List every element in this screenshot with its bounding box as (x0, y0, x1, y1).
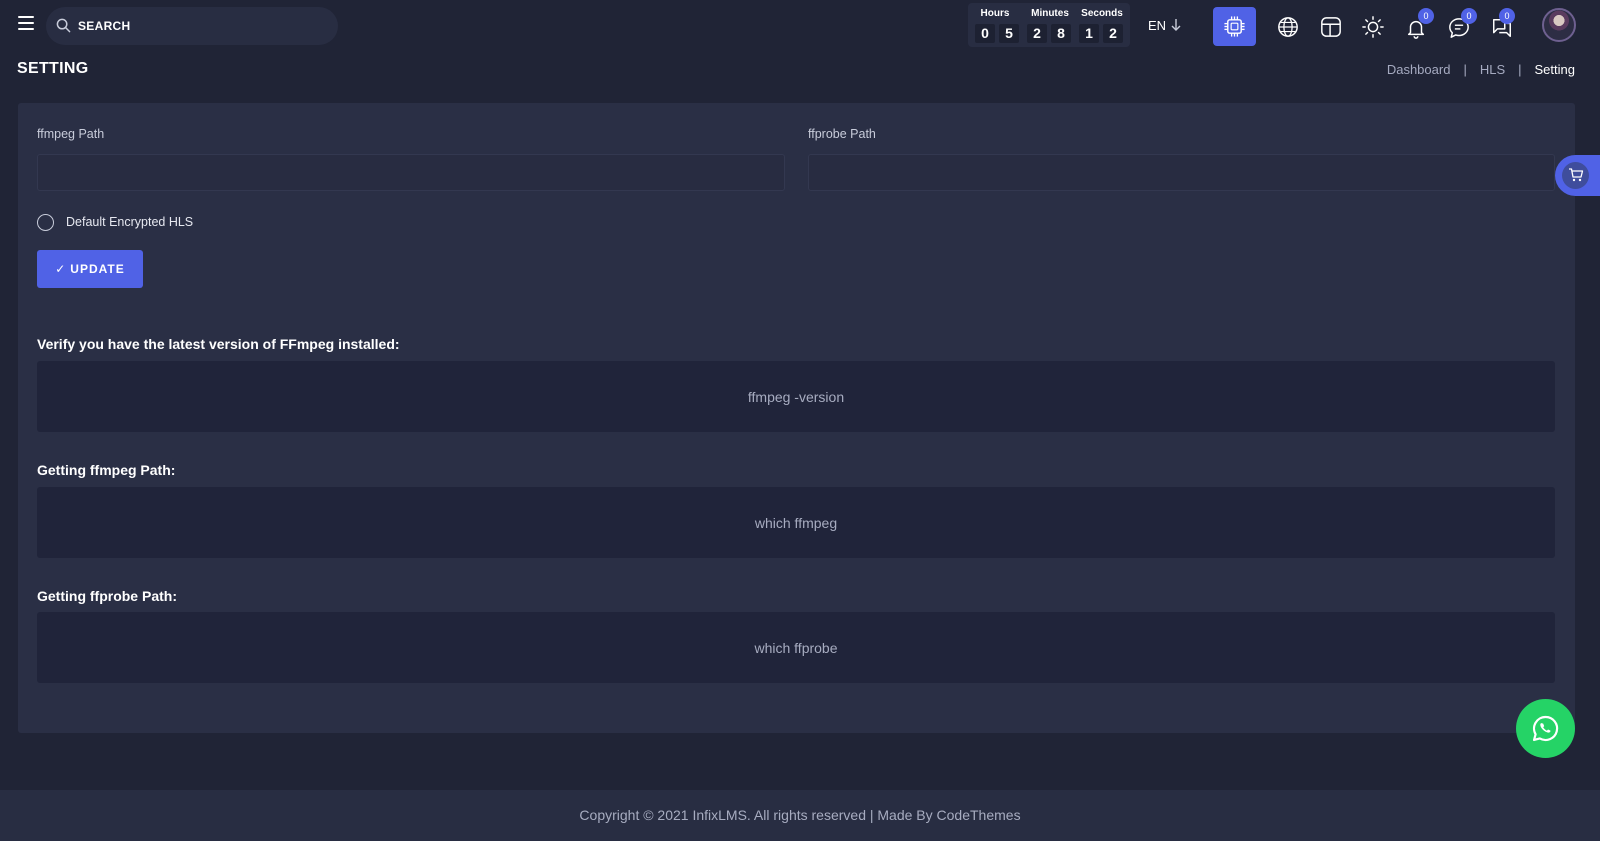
arrow-down-icon[interactable] (1170, 18, 1182, 32)
seconds-digit: 1 (1079, 24, 1099, 43)
breadcrumb: Dashboard | HLS | Setting (1386, 62, 1575, 77)
encrypted-hls-radio[interactable] (37, 214, 54, 231)
ffmpeg-path-input[interactable] (37, 154, 785, 191)
update-button-label: UPDATE (70, 262, 125, 276)
seconds-label: Seconds (1081, 8, 1123, 19)
hours-digit: 0 (975, 24, 995, 43)
command-text: which ffmpeg (754, 514, 838, 531)
breadcrumb-link-dashboard[interactable]: Dashboard (1387, 62, 1451, 77)
page-title: SETTING (17, 60, 89, 77)
search-box[interactable] (46, 7, 338, 45)
command-box-ffprobe: which ffprobe (37, 612, 1555, 683)
ffprobe-path-label: ffprobe Path (808, 127, 876, 141)
section-title-ffprobe-path: Getting ffprobe Path: (37, 588, 177, 604)
avatar[interactable] (1542, 8, 1576, 42)
seconds-digit: 2 (1103, 24, 1123, 43)
whatsapp-button[interactable] (1516, 699, 1575, 758)
ai-chip-button[interactable] (1213, 7, 1256, 46)
command-box-version: ffmpeg -version (37, 361, 1555, 432)
notification-badge: 0 (1418, 8, 1434, 24)
whatsapp-icon (1532, 715, 1559, 742)
command-text: ffmpeg -version (747, 388, 845, 405)
sun-icon[interactable] (1362, 16, 1384, 38)
encrypted-hls-label[interactable]: Default Encrypted HLS (66, 215, 193, 229)
check-icon: ✓ (55, 262, 67, 276)
ffmpeg-path-label: ffmpeg Path (37, 127, 105, 141)
cart-tab[interactable] (1555, 155, 1600, 196)
update-button[interactable]: ✓ UPDATE (37, 250, 143, 288)
layout-icon[interactable] (1320, 16, 1342, 38)
globe-icon[interactable] (1277, 16, 1299, 38)
hours-digit: 5 (999, 24, 1019, 43)
search-input[interactable] (78, 7, 328, 45)
chat-badge: 0 (1499, 8, 1515, 24)
command-text: which ffprobe (754, 639, 838, 656)
ffprobe-path-input[interactable] (808, 154, 1555, 191)
menu-icon[interactable] (18, 16, 34, 30)
command-box-ffmpeg: which ffmpeg (37, 487, 1555, 558)
top-bar: Hours Minutes Seconds 0 5 2 8 1 2 EN (0, 0, 1600, 52)
footer-text: Copyright © 2021 InfixLMS. All rights re… (579, 807, 1021, 823)
minutes-label: Minutes (1031, 8, 1069, 19)
section-title-ffmpeg-path: Getting ffmpeg Path: (37, 462, 176, 478)
breadcrumb-current: Setting (1534, 62, 1575, 77)
minutes-digit: 2 (1027, 24, 1047, 43)
footer: Copyright © 2021 InfixLMS. All rights re… (0, 790, 1600, 841)
section-title-version: Verify you have the latest version of FF… (37, 336, 400, 352)
message-badge: 0 (1461, 8, 1477, 24)
language-selector[interactable]: EN (1148, 18, 1166, 33)
cart-icon (1569, 168, 1584, 182)
minutes-digit: 8 (1051, 24, 1071, 43)
breadcrumb-link-hls[interactable]: HLS (1480, 62, 1505, 77)
settings-card: ffmpeg Path ffprobe Path Default Encrypt… (18, 103, 1575, 733)
chip-icon (1224, 16, 1245, 37)
hours-label: Hours (980, 8, 1010, 19)
countdown-timer: Hours Minutes Seconds 0 5 2 8 1 2 (968, 3, 1130, 47)
search-icon (56, 18, 71, 33)
